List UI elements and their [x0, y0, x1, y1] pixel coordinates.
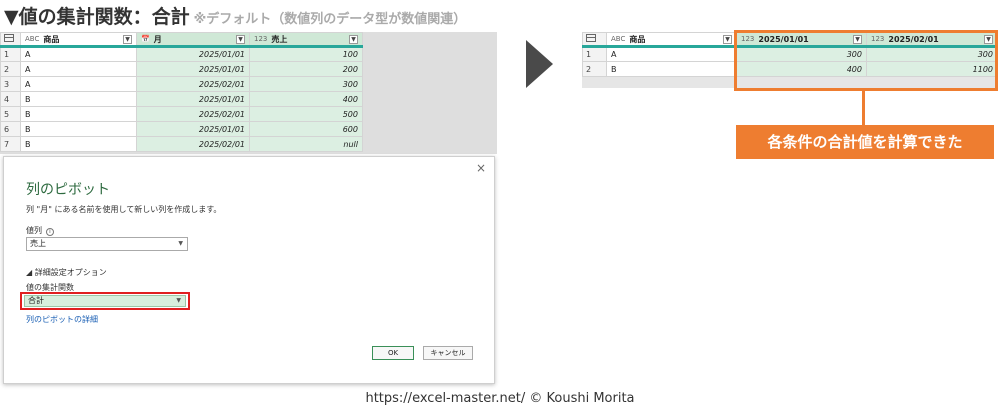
values-column-select[interactable]: 売上 ▼: [26, 237, 188, 251]
row-number: 2: [0, 61, 21, 77]
dialog-title: 列のピボット: [26, 182, 110, 198]
table-corner[interactable]: [582, 32, 607, 48]
close-icon[interactable]: ×: [476, 161, 486, 175]
column-header-item[interactable]: ABC 商品 ▼: [20, 32, 137, 48]
aggregate-function-value: 合計: [28, 296, 44, 305]
row-number: 7: [0, 136, 21, 152]
row-number: 1: [582, 46, 607, 62]
cell-item[interactable]: A: [20, 61, 137, 77]
table-row[interactable]: 5 B 2025/02/01 500: [0, 106, 363, 122]
heading: ▼値の集計関数：合計 ※デフォルト（数値列のデータ型が数値関連）: [4, 2, 466, 28]
aggregate-function-select[interactable]: 合計 ▼: [24, 295, 186, 307]
cell-sales[interactable]: null: [249, 136, 363, 152]
column-header-label: 月: [153, 34, 162, 44]
text-type-icon[interactable]: ABC: [611, 35, 625, 43]
callout-label: 各条件の合計値を計算できた: [736, 125, 994, 159]
chevron-down-icon: ▼: [176, 297, 181, 304]
dialog-description: 列 "月" にある名前を使用して新しい列を作成します。: [26, 205, 222, 214]
calendar-type-icon[interactable]: 📅: [141, 35, 150, 43]
row-number: 1: [0, 46, 21, 62]
heading-main: ▼値の集計関数：合計: [4, 6, 190, 28]
cell-month[interactable]: 2025/02/01: [136, 76, 250, 92]
column-header-sales[interactable]: 123 売上 ▼: [249, 32, 363, 48]
footer-credit: https://excel-master.net/ © Koushi Morit…: [365, 391, 635, 406]
row-number: 2: [582, 61, 607, 77]
cell-sales[interactable]: 500: [249, 106, 363, 122]
cell-item[interactable]: A: [606, 46, 737, 62]
filter-dropdown-icon[interactable]: ▼: [723, 34, 732, 44]
info-icon[interactable]: i: [46, 228, 54, 236]
row-number: 6: [0, 121, 21, 137]
cell-sales[interactable]: 400: [249, 91, 363, 107]
table-header-row: ABC 商品 ▼ 📅 月 ▼ 123 売上 ▼: [0, 32, 363, 48]
cancel-button[interactable]: キャンセル: [423, 346, 473, 360]
cell-item[interactable]: B: [606, 61, 737, 77]
pivot-column-dialog: × 列のピボット 列 "月" にある名前を使用して新しい列を作成します。 値列 i…: [3, 156, 495, 384]
table-row[interactable]: 2 A 2025/01/01 200: [0, 61, 363, 77]
cell-item[interactable]: A: [20, 46, 137, 62]
cell-month[interactable]: 2025/01/01: [136, 46, 250, 62]
cell-item[interactable]: B: [20, 121, 137, 137]
table-row[interactable]: 3 A 2025/02/01 300: [0, 76, 363, 92]
cell-month[interactable]: 2025/01/01: [136, 61, 250, 77]
chevron-down-icon: ▼: [178, 240, 183, 247]
filter-dropdown-icon[interactable]: ▼: [349, 34, 358, 44]
cell-item[interactable]: B: [20, 136, 137, 152]
column-header-label: 商品: [43, 34, 60, 44]
cell-sales[interactable]: 600: [249, 121, 363, 137]
number-type-icon[interactable]: 123: [254, 35, 267, 43]
table-row[interactable]: 6 B 2025/01/01 600: [0, 121, 363, 137]
cell-sales[interactable]: 300: [249, 76, 363, 92]
right-arrow-icon: [526, 40, 553, 88]
cell-item[interactable]: B: [20, 91, 137, 107]
table-row[interactable]: 1 A 2025/01/01 100: [0, 46, 363, 62]
cell-item[interactable]: A: [20, 76, 137, 92]
cell-sales[interactable]: 100: [249, 46, 363, 62]
cell-month[interactable]: 2025/02/01: [136, 136, 250, 152]
cell-month[interactable]: 2025/02/01: [136, 106, 250, 122]
column-header-item[interactable]: ABC 商品 ▼: [606, 32, 737, 48]
table-menu-icon[interactable]: [586, 34, 596, 42]
column-header-month[interactable]: 📅 月 ▼: [136, 32, 250, 48]
aggregate-highlight-frame: 合計 ▼: [20, 292, 190, 310]
cell-sales[interactable]: 200: [249, 61, 363, 77]
table-corner[interactable]: [0, 32, 21, 48]
values-column-label: 値列 i: [26, 225, 54, 236]
heading-note: ※デフォルト（数値列のデータ型が数値関連）: [193, 12, 467, 27]
source-table: ABC 商品 ▼ 📅 月 ▼ 123 売上 ▼ 1 A 2025/01/01 100 2 A 2025…: [0, 32, 363, 152]
table-menu-icon[interactable]: [4, 34, 14, 42]
advanced-options-toggle[interactable]: ◢ 詳細設定オプション: [26, 267, 107, 278]
row-number: 5: [0, 106, 21, 122]
cell-item[interactable]: B: [20, 106, 137, 122]
row-number: 4: [0, 91, 21, 107]
values-column-label-text: 値列: [26, 226, 42, 235]
result-highlight-frame: [734, 30, 998, 91]
row-number: 3: [0, 76, 21, 92]
text-type-icon[interactable]: ABC: [25, 35, 39, 43]
table-row[interactable]: 4 B 2025/01/01 400: [0, 91, 363, 107]
pivot-help-link[interactable]: 列のピボットの詳細: [26, 314, 98, 325]
callout-connector: [862, 91, 865, 125]
filter-dropdown-icon[interactable]: ▼: [123, 34, 132, 44]
column-header-label: 売上: [271, 34, 288, 44]
filter-dropdown-icon[interactable]: ▼: [236, 34, 245, 44]
values-column-value: 売上: [30, 239, 46, 248]
ok-button[interactable]: OK: [372, 346, 414, 360]
cell-month[interactable]: 2025/01/01: [136, 121, 250, 137]
column-header-label: 商品: [629, 34, 646, 44]
table-row[interactable]: 7 B 2025/02/01 null: [0, 136, 363, 152]
cell-month[interactable]: 2025/01/01: [136, 91, 250, 107]
